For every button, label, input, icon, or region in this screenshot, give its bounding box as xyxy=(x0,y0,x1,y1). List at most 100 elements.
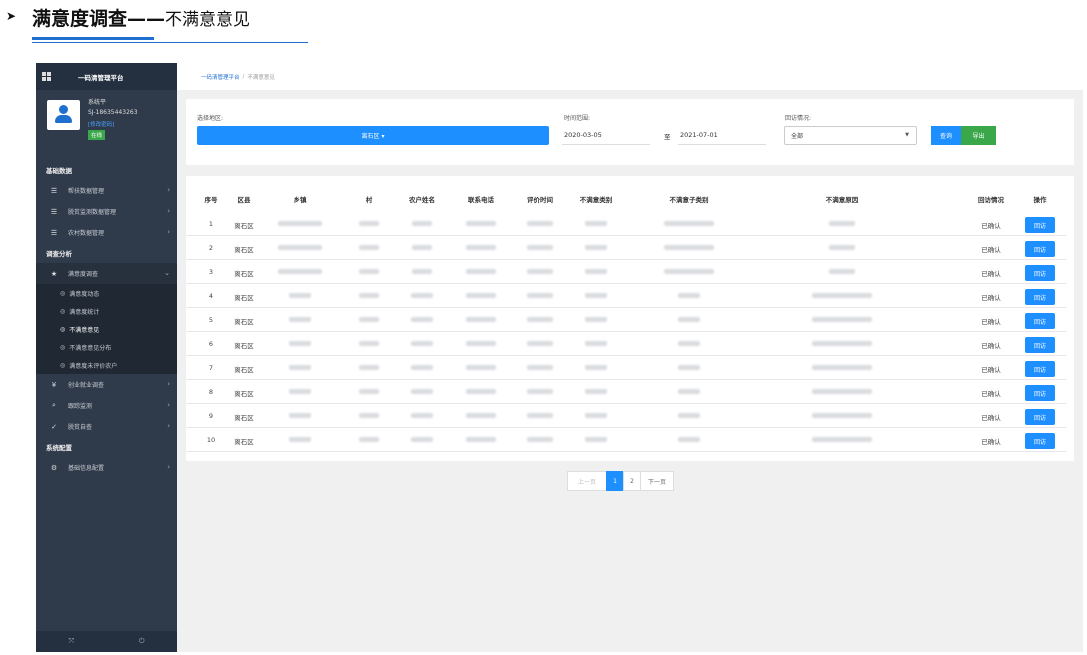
redacted-cell xyxy=(664,244,714,252)
caret-down-icon: ▼ xyxy=(905,132,909,138)
cell-visit-status: 已确认 xyxy=(981,438,1001,446)
region-select-button[interactable]: 离石区 ▾ xyxy=(197,126,549,145)
redacted-cell xyxy=(412,220,432,228)
redacted-cell xyxy=(466,268,496,276)
arrow-bullet-icon: ➤ xyxy=(6,9,17,23)
submenu-item-dynamics[interactable]: ◎ 满意度动态 xyxy=(36,284,177,302)
redacted-cell xyxy=(585,244,607,252)
redacted-cell xyxy=(466,316,496,324)
revisit-button[interactable]: 回访 xyxy=(1025,361,1055,377)
sidebar-item-label: 满意度调查 xyxy=(68,271,99,278)
submenu-label: 满意度未评价农户 xyxy=(69,362,118,370)
page-2-button[interactable]: 2 xyxy=(623,471,641,491)
redacted-cell xyxy=(678,412,700,420)
redacted-cell xyxy=(411,436,433,444)
col-header-subcategory: 不满意子类别 xyxy=(669,196,709,204)
cell-no: 9 xyxy=(208,412,214,420)
redacted-cell xyxy=(289,388,311,396)
sidebar-item-tracking[interactable]: ⌕ 跟踪监测 › xyxy=(36,395,177,416)
sidebar-item-label: 创业就业调查 xyxy=(68,382,105,389)
redacted-cell xyxy=(359,364,379,372)
power-icon[interactable]: ⏻ xyxy=(139,637,145,646)
pagination: 上一页 1 2 下一页 xyxy=(567,471,674,491)
cell-visit-status: 已确认 xyxy=(981,246,1001,254)
redacted-cell xyxy=(466,244,496,252)
revisit-button[interactable]: 回访 xyxy=(1025,385,1055,401)
breadcrumb: 一码清管理平台 / 不满意意见 xyxy=(177,63,1083,90)
revisit-button[interactable]: 回访 xyxy=(1025,433,1055,449)
chevron-right-icon: › xyxy=(167,380,170,388)
yen-icon: ¥ xyxy=(51,380,57,389)
revisit-button[interactable]: 回访 xyxy=(1025,265,1055,281)
redacted-cell xyxy=(411,340,433,348)
redacted-cell xyxy=(411,364,433,372)
page-1-button[interactable]: 1 xyxy=(606,471,624,491)
redacted-cell xyxy=(289,412,311,420)
revisit-button[interactable]: 回访 xyxy=(1025,313,1055,329)
title-bold: 满意度调查 xyxy=(32,8,128,30)
next-page-button[interactable]: 下一页 xyxy=(640,471,674,491)
redacted-cell xyxy=(278,244,322,252)
redacted-cell xyxy=(812,388,872,396)
redacted-cell xyxy=(812,412,872,420)
redacted-cell xyxy=(829,244,855,252)
query-button[interactable]: 查询 xyxy=(931,126,961,145)
table-row: 2 离石区 已确认 回访 xyxy=(186,236,1066,260)
redacted-cell xyxy=(812,340,872,348)
sidebar-item-self-check[interactable]: ✓ 脱贫自查 › xyxy=(36,416,177,437)
visit-status-select[interactable]: 全部 ▼ xyxy=(784,126,917,145)
redacted-cell xyxy=(466,388,496,396)
date-from-input[interactable]: 2020-03-05 xyxy=(562,126,650,145)
redacted-cell xyxy=(359,412,379,420)
revisit-button[interactable]: 回访 xyxy=(1025,337,1055,353)
redacted-cell xyxy=(359,244,379,252)
col-header-eval-time: 评价时间 xyxy=(527,196,553,204)
redacted-cell xyxy=(812,316,872,324)
prev-page-button[interactable]: 上一页 xyxy=(567,471,607,491)
submenu-item-distribution[interactable]: ◎ 不满意意见分布 xyxy=(36,338,177,356)
cell-no: 2 xyxy=(208,244,214,252)
date-to-input[interactable]: 2021-07-01 xyxy=(678,126,766,145)
circle-icon: ◎ xyxy=(60,289,66,297)
redacted-cell xyxy=(278,268,322,276)
visit-status-label: 回访情况: xyxy=(785,115,812,122)
fullscreen-icon[interactable]: ⤧ xyxy=(68,637,74,646)
sidebar-item-basic-config[interactable]: ⚙ 基础信息配置 › xyxy=(36,457,177,478)
submenu-item-dissatisfied[interactable]: ◎ 不满意意见 xyxy=(36,320,177,338)
export-button[interactable]: 导出 xyxy=(961,126,996,145)
breadcrumb-home[interactable]: 一码清管理平台 xyxy=(201,73,240,81)
cell-county: 离石区 xyxy=(234,390,254,398)
circle-icon: ◎ xyxy=(60,325,66,333)
sidebar-item-rural-data[interactable]: ☰ 农村数据管理 › xyxy=(36,222,177,243)
redacted-cell xyxy=(289,316,311,324)
change-password-link[interactable]: [修改密码] xyxy=(88,120,114,128)
submenu-item-unrated[interactable]: ◎ 满意度未评价农户 xyxy=(36,356,177,374)
breadcrumb-separator: / xyxy=(242,73,245,80)
redacted-cell xyxy=(585,364,607,372)
sidebar-item-employment[interactable]: ¥ 创业就业调查 › xyxy=(36,374,177,395)
redacted-cell xyxy=(289,340,311,348)
grid-menu-icon[interactable] xyxy=(42,72,51,81)
revisit-button[interactable]: 回访 xyxy=(1025,289,1055,305)
col-header-category: 不满意类别 xyxy=(579,196,613,204)
title-underline xyxy=(32,42,308,43)
sidebar-item-label: 脱贫监测数据管理 xyxy=(68,209,117,216)
redacted-cell xyxy=(466,292,496,300)
revisit-button[interactable]: 回访 xyxy=(1025,409,1055,425)
table-row: 4 离石区 已确认 回访 xyxy=(186,284,1066,308)
document-heading: ➤ 满意度调查——不满意意见 xyxy=(0,0,1087,60)
sidebar-item-aid-data[interactable]: ☰ 帮扶数据管理 › xyxy=(36,180,177,201)
cell-county: 离石区 xyxy=(234,342,254,350)
redacted-cell xyxy=(664,220,714,228)
redacted-cell xyxy=(527,268,553,276)
revisit-button[interactable]: 回访 xyxy=(1025,217,1055,233)
user-phone: SJ-18635443263 xyxy=(88,109,138,116)
sidebar-item-monitor-data[interactable]: ☰ 脱贫监测数据管理 › xyxy=(36,201,177,222)
sidebar-item-label: 跟踪监测 xyxy=(68,403,93,410)
submenu-item-stats[interactable]: ◎ 满意度统计 xyxy=(36,302,177,320)
redacted-cell xyxy=(812,292,872,300)
sidebar-item-survey[interactable]: ★ 满意度调查 ⌄ xyxy=(36,263,177,284)
cell-no: 5 xyxy=(208,316,214,324)
redacted-cell xyxy=(466,220,496,228)
revisit-button[interactable]: 回访 xyxy=(1025,241,1055,257)
